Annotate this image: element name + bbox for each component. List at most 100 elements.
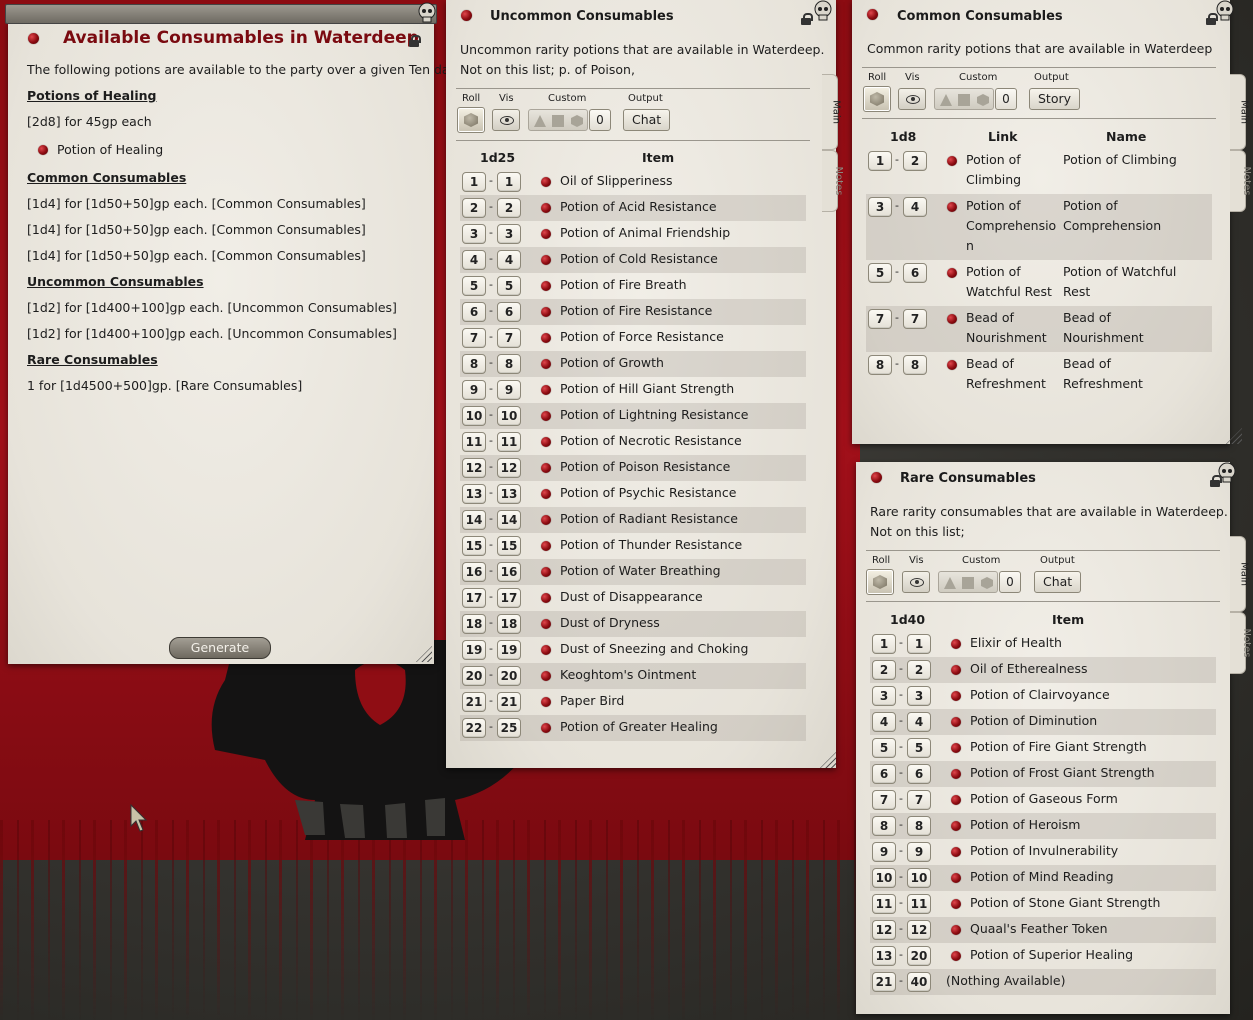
item-link[interactable]: Potion of Cold Resistance [560, 251, 718, 266]
link-dot-icon[interactable] [541, 359, 551, 369]
item-link[interactable]: Potion of Poison Resistance [560, 459, 730, 474]
link-dot-icon[interactable] [951, 691, 961, 701]
item-link[interactable]: Quaal's Feather Token [970, 921, 1108, 936]
item-link[interactable]: Elixir of Health [970, 635, 1062, 650]
range-from[interactable]: 18 [462, 614, 486, 634]
link-text[interactable]: Potion of [966, 262, 1021, 282]
link-dot-icon[interactable] [541, 645, 551, 655]
output-button[interactable]: Story [1029, 88, 1081, 110]
range-to[interactable]: 8 [907, 816, 931, 836]
range-from[interactable]: 7 [462, 328, 486, 348]
range-to[interactable]: 13 [497, 484, 521, 504]
range-to[interactable]: 7 [497, 328, 521, 348]
item-link[interactable]: Potion of Clairvoyance [970, 687, 1110, 702]
link-dot-icon[interactable] [951, 639, 961, 649]
range-to[interactable]: 4 [903, 197, 927, 217]
link-dot-icon[interactable] [951, 951, 961, 961]
range-to[interactable]: 25 [497, 718, 521, 738]
range-to[interactable]: 6 [903, 263, 927, 283]
link-dot-icon[interactable] [541, 229, 551, 239]
range-to[interactable]: 7 [903, 309, 927, 329]
link-dot-icon[interactable] [541, 697, 551, 707]
link-dot-icon[interactable] [951, 743, 961, 753]
range-to[interactable]: 2 [907, 660, 931, 680]
link-dot-icon[interactable] [951, 717, 961, 727]
range-from[interactable]: 2 [462, 198, 486, 218]
item-link[interactable]: Potion of Thunder Resistance [560, 537, 742, 552]
link-dot-icon[interactable] [541, 437, 551, 447]
output-button[interactable]: Chat [1034, 571, 1082, 593]
item-link[interactable]: Potion of Fire Resistance [560, 303, 712, 318]
range-to[interactable]: 5 [907, 738, 931, 758]
tab-notes[interactable]: Notes [1230, 612, 1252, 674]
range-to[interactable]: 20 [907, 946, 931, 966]
range-from[interactable]: 2 [872, 660, 896, 680]
link-text[interactable]: Watchful Rest [966, 282, 1052, 302]
link-dot-icon[interactable] [541, 541, 551, 551]
item-link[interactable]: Dust of Dryness [560, 615, 660, 630]
range-from[interactable]: 7 [872, 790, 896, 810]
link-dot-icon[interactable] [947, 202, 957, 212]
range-from[interactable]: 13 [462, 484, 486, 504]
range-from[interactable]: 1 [872, 634, 896, 654]
range-from[interactable]: 21 [462, 692, 486, 712]
item-link[interactable]: Potion of Greater Healing [560, 719, 718, 734]
range-to[interactable]: 11 [497, 432, 521, 452]
item-link[interactable]: Potion of Force Resistance [560, 329, 724, 344]
link-text[interactable]: Refreshment [966, 374, 1046, 394]
link-dot-icon[interactable] [541, 593, 551, 603]
item-link[interactable]: Potion of Necrotic Resistance [560, 433, 742, 448]
custom-modifier[interactable]: 0 [589, 109, 611, 131]
range-from[interactable]: 17 [462, 588, 486, 608]
item-link[interactable]: Potion of Fire Giant Strength [970, 739, 1147, 754]
range-to[interactable]: 19 [497, 640, 521, 660]
range-to[interactable]: 2 [903, 151, 927, 171]
item-link[interactable]: Potion of Invulnerability [970, 843, 1118, 858]
custom-modifier[interactable]: 0 [995, 88, 1017, 110]
window-handle-bar[interactable] [5, 4, 437, 24]
link-dot-icon[interactable] [951, 769, 961, 779]
range-from[interactable]: 9 [462, 380, 486, 400]
range-from[interactable]: 1 [462, 172, 486, 192]
range-to[interactable]: 10 [497, 406, 521, 426]
link-dot-icon[interactable] [947, 156, 957, 166]
link-dot-icon[interactable] [541, 515, 551, 525]
link-text[interactable]: Bead of [966, 354, 1014, 374]
item-link[interactable]: Potion of Animal Friendship [560, 225, 730, 240]
item-link[interactable]: Potion of Gaseous Form [970, 791, 1118, 806]
range-from[interactable]: 5 [868, 263, 892, 283]
range-to[interactable]: 20 [497, 666, 521, 686]
range-to[interactable]: 11 [907, 894, 931, 914]
link-dot-icon[interactable] [541, 385, 551, 395]
link-dot-icon[interactable] [947, 314, 957, 324]
range-from[interactable]: 8 [462, 354, 486, 374]
range-from[interactable]: 7 [868, 309, 892, 329]
item-link[interactable]: Potion of Water Breathing [560, 563, 721, 578]
range-from[interactable]: 5 [462, 276, 486, 296]
potion-link[interactable]: Potion of Healing [57, 142, 163, 157]
tab-main[interactable]: Main [822, 74, 841, 150]
item-link[interactable]: Paper Bird [560, 693, 624, 708]
tab-main[interactable]: Main [1230, 74, 1249, 150]
range-from[interactable]: 3 [462, 224, 486, 244]
custom-dice-selector[interactable] [934, 88, 994, 110]
range-from[interactable]: 5 [872, 738, 896, 758]
range-from[interactable]: 10 [872, 868, 896, 888]
range-from[interactable]: 14 [462, 510, 486, 530]
range-to[interactable]: 12 [907, 920, 931, 940]
link-dot-icon[interactable] [947, 360, 957, 370]
range-to[interactable]: 1 [907, 634, 931, 654]
item-link[interactable]: Potion of Superior Healing [970, 947, 1133, 962]
range-from[interactable]: 3 [872, 686, 896, 706]
tab-notes[interactable]: Notes [822, 150, 844, 212]
range-from[interactable]: 11 [872, 894, 896, 914]
link-text[interactable]: Nourishment [966, 328, 1047, 348]
link-dot-icon[interactable] [951, 795, 961, 805]
custom-modifier[interactable]: 0 [999, 571, 1021, 593]
range-to[interactable]: 7 [907, 790, 931, 810]
link-text[interactable]: Potion of [966, 196, 1021, 216]
range-to[interactable]: 2 [497, 198, 521, 218]
range-from[interactable]: 6 [462, 302, 486, 322]
range-from[interactable]: 20 [462, 666, 486, 686]
link-dot-icon[interactable] [541, 463, 551, 473]
